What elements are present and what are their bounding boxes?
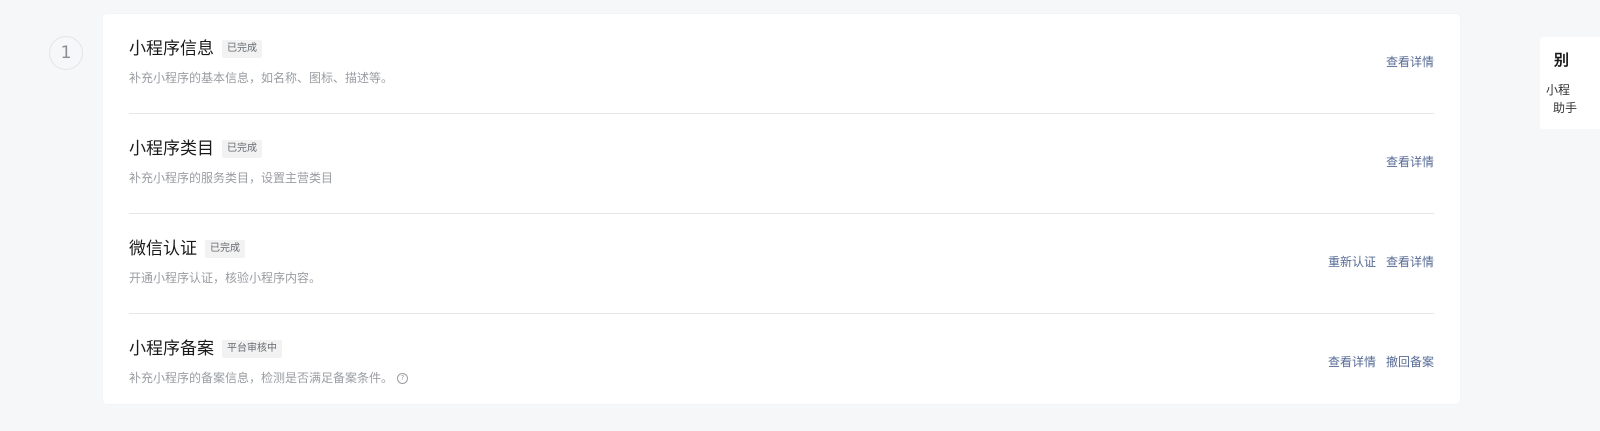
step-number-badge: 1	[49, 36, 83, 70]
view-details-link[interactable]: 查看详情	[1386, 54, 1434, 70]
item-description: 补充小程序的服务类目，设置主营类目	[129, 171, 334, 185]
status-badge: 已完成	[222, 40, 262, 58]
item-actions: 查看详情	[1386, 54, 1434, 70]
item-actions: 查看详情 撤回备案	[1328, 354, 1434, 370]
item-description-text: 补充小程序的备案信息，检测是否满足备案条件。	[129, 371, 394, 385]
side-panel-text: 助手	[1553, 101, 1578, 115]
item-description: 补充小程序的基本信息，如名称、图标、描述等。	[129, 71, 394, 85]
item-actions: 查看详情	[1386, 154, 1434, 170]
side-panel-title: 别	[1554, 51, 1570, 69]
status-badge: 已完成	[222, 140, 262, 158]
withdraw-filing-link[interactable]: 撤回备案	[1386, 354, 1434, 370]
list-item-mini-program-info: 小程序信息 已完成 补充小程序的基本信息，如名称、图标、描述等。 查看详情	[129, 14, 1434, 114]
view-details-link[interactable]: 查看详情	[1328, 354, 1376, 370]
reverify-link[interactable]: 重新认证	[1328, 254, 1376, 270]
list-item-mini-program-filing: 小程序备案 平台审核中 补充小程序的备案信息，检测是否满足备案条件。 ? 查看详…	[129, 314, 1434, 414]
page: 1 小程序信息 已完成 补充小程序的基本信息，如名称、图标、描述等。 查看详情 …	[0, 0, 1600, 431]
view-details-link[interactable]: 查看详情	[1386, 254, 1434, 270]
side-panel[interactable]: 别 小程 助手	[1540, 37, 1600, 129]
item-title: 微信认证	[129, 239, 197, 259]
item-title: 小程序备案	[129, 339, 214, 359]
list-item-wechat-verification: 微信认证 已完成 开通小程序认证，核验小程序内容。 重新认证 查看详情	[129, 214, 1434, 314]
help-icon[interactable]: ?	[397, 372, 409, 384]
item-description: 补充小程序的备案信息，检测是否满足备案条件。 ?	[129, 370, 409, 386]
status-badge: 平台审核中	[222, 340, 282, 358]
setup-steps-card: 小程序信息 已完成 补充小程序的基本信息，如名称、图标、描述等。 查看详情 小程…	[103, 14, 1460, 404]
list-item-mini-program-category: 小程序类目 已完成 补充小程序的服务类目，设置主营类目 查看详情	[129, 114, 1434, 214]
item-title: 小程序信息	[129, 39, 214, 59]
side-panel-text: 小程	[1546, 83, 1571, 97]
item-actions: 重新认证 查看详情	[1328, 254, 1434, 270]
item-description: 开通小程序认证，核验小程序内容。	[129, 271, 322, 285]
status-badge: 已完成	[205, 240, 245, 258]
view-details-link[interactable]: 查看详情	[1386, 154, 1434, 170]
item-title: 小程序类目	[129, 139, 214, 159]
